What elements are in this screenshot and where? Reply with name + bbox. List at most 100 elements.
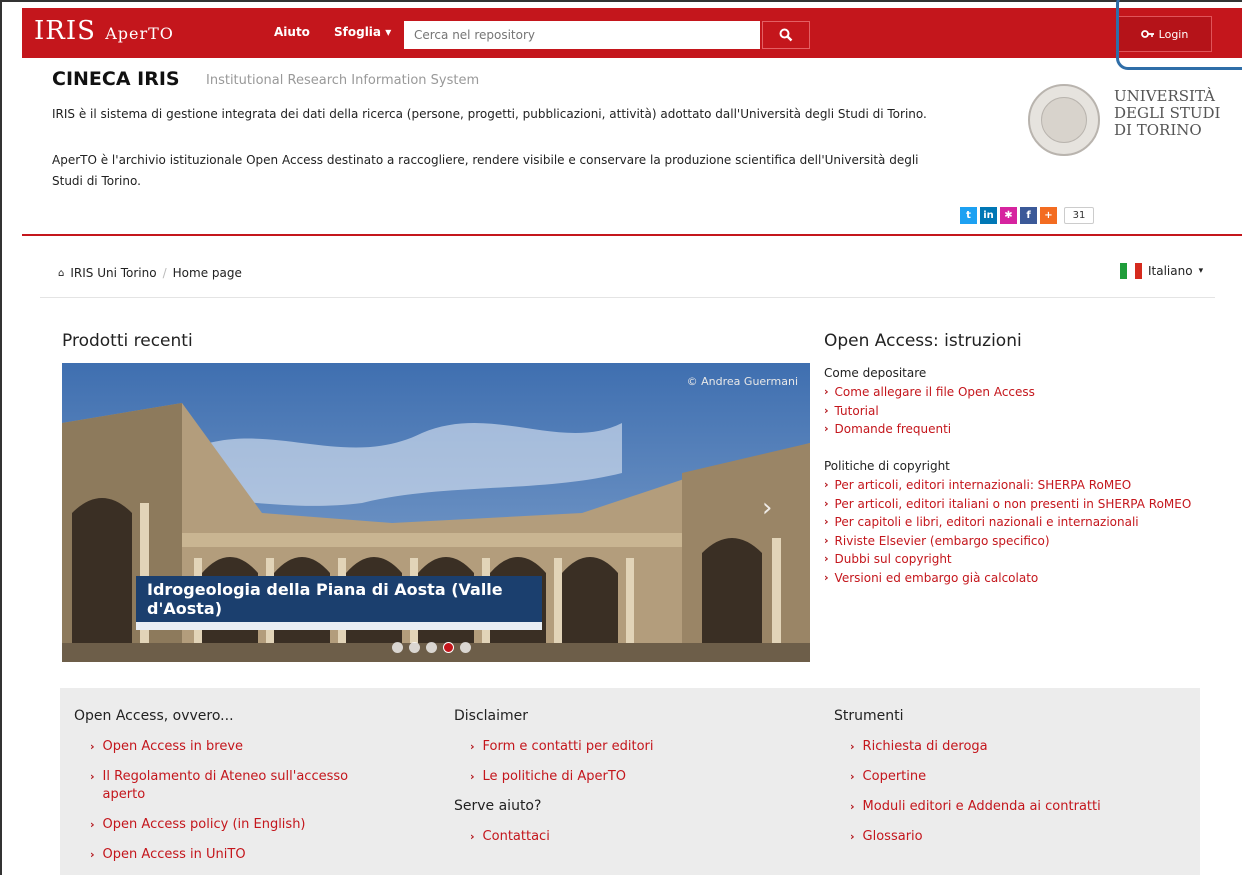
- mendeley-icon[interactable]: ✱: [1000, 206, 1017, 224]
- university-name-line2: DEGLI STUDI: [1114, 104, 1221, 122]
- chevron-right-icon: ›: [90, 740, 95, 753]
- nav-link-sfoglia-label: Sfoglia: [334, 25, 382, 39]
- search-icon: [779, 28, 793, 42]
- oa-link[interactable]: › Tutorial: [824, 402, 1204, 421]
- oa-link[interactable]: › Dubbi sul copyright: [824, 550, 1204, 569]
- linkedin-icon[interactable]: in: [980, 206, 997, 224]
- carousel-dot[interactable]: [409, 642, 420, 653]
- chevron-right-icon: ›: [824, 533, 829, 547]
- chevron-right-icon: ›: [824, 385, 829, 398]
- footer-col-disclaimer: Disclaimer › Form e contatti per editori …: [454, 708, 794, 858]
- oa-link[interactable]: › Per articoli, editori internazionali: S…: [824, 476, 1204, 495]
- footer-link-label: Contattaci: [482, 829, 550, 844]
- oa-link[interactable]: › Per articoli, editori italiani o non pr…: [824, 495, 1204, 514]
- caret-down-icon: ▾: [1198, 266, 1204, 276]
- language-selector[interactable]: Italiano ▾: [1120, 263, 1203, 279]
- oa-link[interactable]: › Per capitoli e libri, editori nazionali…: [824, 513, 1204, 532]
- footer-col-title: Strumenti: [834, 708, 904, 724]
- top-navbar: IRIS AperTO Aiuto Sfoglia ▾ Login: [22, 8, 1242, 58]
- carousel-dot[interactable]: [460, 642, 471, 653]
- description-iris: IRIS è il sistema di gestione integrata …: [52, 107, 927, 121]
- footer-link-label: Open Access in UniTO: [102, 847, 246, 862]
- oa-link-label: Riviste Elsevier (embargo specifico): [834, 533, 1050, 548]
- carousel-next-icon[interactable]: ›: [762, 493, 772, 523]
- oa-link-label: Per articoli, editori italiani o non pre…: [834, 496, 1192, 511]
- footer-link[interactable]: › Glossario: [834, 828, 1174, 846]
- oa-deposit-title: Come depositare: [824, 366, 927, 380]
- search-button[interactable]: [762, 21, 810, 49]
- chevron-right-icon: ›: [824, 422, 829, 435]
- oa-link[interactable]: › Riviste Elsevier (embargo specifico): [824, 532, 1204, 551]
- brand-sub: AperTO: [105, 24, 174, 43]
- breadcrumb-item-iris[interactable]: IRIS Uni Torino: [70, 266, 156, 280]
- chevron-right-icon: ›: [470, 770, 475, 783]
- brand-logo[interactable]: IRIS AperTO: [34, 16, 174, 46]
- oa-link-label: Versioni ed embargo già calcolato: [834, 570, 1039, 585]
- chevron-right-icon: ›: [824, 515, 829, 528]
- nav-link-aiuto[interactable]: Aiuto: [274, 25, 310, 39]
- site-subtitle: Institutional Research Information Syste…: [206, 73, 480, 88]
- brand-name: IRIS: [34, 16, 96, 46]
- footer-link-label: Open Access in breve: [102, 739, 244, 754]
- breadcrumb-divider: [40, 297, 1215, 298]
- login-highlight-ring: [1116, 0, 1242, 70]
- oa-instructions-heading: Open Access: istruzioni: [824, 331, 1022, 351]
- university-logo[interactable]: UNIVERSITÀ DEGLI STUDI DI TORINO: [1028, 84, 1228, 156]
- search-input[interactable]: [404, 21, 760, 49]
- footer-link-label: Form e contatti per editori: [482, 739, 654, 754]
- footer-col-title: Disclaimer: [454, 708, 529, 724]
- footer-link-label: Open Access policy (in English): [102, 817, 306, 832]
- oa-link-label: Come allegare il file Open Access: [834, 385, 1035, 399]
- oa-link[interactable]: › Versioni ed embargo già calcolato: [824, 569, 1204, 588]
- twitter-icon[interactable]: t: [960, 206, 977, 224]
- footer-link[interactable]: › Contattaci: [454, 828, 794, 846]
- footer-link[interactable]: › Form e contatti per editori: [454, 738, 794, 756]
- site-title: CINECA IRIS: [52, 68, 180, 90]
- footer-link[interactable]: › Il Regolamento di Ateneo sull'accesso a…: [74, 768, 360, 804]
- chevron-right-icon: ›: [824, 552, 829, 565]
- oa-link-label: Per capitoli e libri, editori nazionali …: [834, 515, 1139, 529]
- description-aperto: AperTO è l'archivio istituzionale Open A…: [52, 153, 919, 188]
- carousel-dot[interactable]: [392, 642, 403, 653]
- caret-down-icon: ▾: [385, 25, 392, 39]
- footer-col-open-access: Open Access, ovvero... › Open Access in b…: [74, 708, 414, 876]
- footer-link-label: Le politiche di AperTO: [482, 769, 627, 784]
- oa-link[interactable]: › Domande frequenti: [824, 420, 1204, 439]
- oa-link-label: Dubbi sul copyright: [834, 552, 952, 566]
- carousel-indicators: [392, 642, 471, 653]
- addthis-icon[interactable]: +: [1040, 206, 1057, 224]
- window-border-top: [0, 0, 1242, 2]
- breadcrumb-item-home: Home page: [172, 266, 242, 280]
- university-name-line1: UNIVERSITÀ: [1114, 87, 1215, 105]
- recent-products-carousel[interactable]: © Andrea Guermani › Idrogeologia della P…: [62, 363, 810, 662]
- chevron-right-icon: ›: [90, 770, 95, 783]
- university-name-line3: DI TORINO: [1114, 121, 1202, 139]
- footer-link[interactable]: › Moduli editori e Addenda ai contratti: [834, 798, 1174, 816]
- recent-products-heading: Prodotti recenti: [62, 331, 193, 351]
- nav-link-sfoglia[interactable]: Sfoglia ▾: [334, 25, 391, 39]
- chevron-right-icon: ›: [824, 496, 829, 510]
- italian-flag-icon: [1120, 263, 1142, 279]
- chevron-right-icon: ›: [850, 830, 855, 843]
- footer-link[interactable]: › Richiesta di deroga: [834, 738, 1174, 756]
- page: IRIS AperTO Aiuto Sfoglia ▾ Login CINECA…: [0, 0, 1242, 875]
- carousel-caption[interactable]: Idrogeologia della Piana di Aosta (Valle…: [136, 576, 542, 622]
- footer-link[interactable]: › Open Access in breve: [74, 738, 414, 756]
- footer-link[interactable]: › Copertine: [834, 768, 1174, 786]
- oa-link-label: Tutorial: [834, 403, 879, 418]
- caption-underlay: [136, 622, 542, 630]
- oa-link-label: Domande frequenti: [834, 422, 952, 436]
- footer-link-label: Glossario: [862, 829, 923, 844]
- facebook-icon[interactable]: f: [1020, 206, 1037, 224]
- oa-link[interactable]: › Come allegare il file Open Access: [824, 383, 1204, 402]
- footer-link[interactable]: › Open Access policy (in English): [74, 816, 414, 834]
- carousel-dot[interactable]: [426, 642, 437, 653]
- chevron-right-icon: ›: [90, 848, 95, 861]
- header-divider: [22, 234, 1242, 236]
- footer-link[interactable]: › Open Access in UniTO: [74, 846, 414, 864]
- carousel-dot-active[interactable]: [443, 642, 454, 653]
- footer-link[interactable]: › Le politiche di AperTO: [454, 768, 794, 786]
- window-border-left: [0, 0, 2, 875]
- footer-link-label: Il Regolamento di Ateneo sull'accesso ap…: [102, 769, 349, 802]
- chevron-right-icon: ›: [470, 830, 475, 843]
